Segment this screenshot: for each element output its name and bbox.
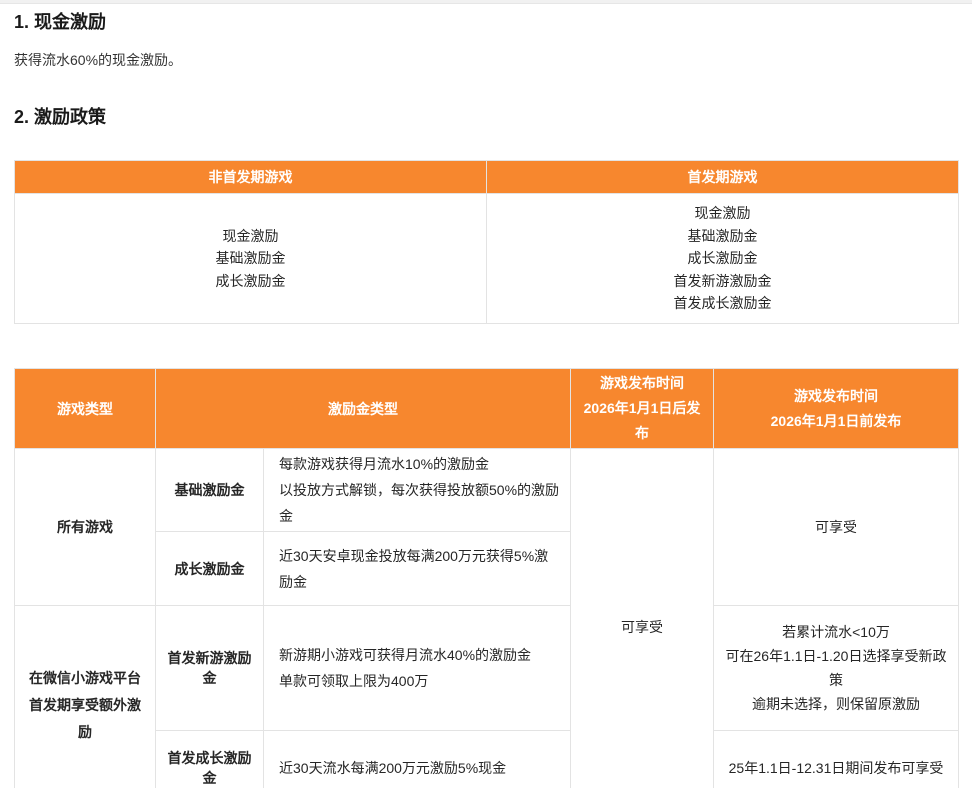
t2-desc-first-launch-new-game-bonus: 新游期小游戏可获得月流水40%的激励金 单款可领取上限为400万 [264,606,571,731]
desc-line: 近30天安卓现金投放每满200万元获得5%激励金 [279,543,560,595]
note-line: 可在26年1.1日-1.20日选择享受新政策 [720,644,952,692]
table-row: 在微信小游戏平台首发期享受额外激励 首发新游激励金 新游期小游戏可获得月流水40… [15,606,959,731]
t2-before-release-window: 25年1.1日-12.31日期间发布可享受 [714,731,959,788]
t2-group-first-launch-extra: 在微信小游戏平台首发期享受额外激励 [15,606,156,788]
table-row: 现金激励 基础激励金 成长激励金 现金激励 基础激励金 成长激励金 首发新游激励… [15,194,959,324]
note-line: 逾期未选择，则保留原激励 [720,692,952,716]
incentive-item: 首发成长激励金 [493,292,952,315]
document-body: 1. 现金激励 获得流水60%的现金激励。 2. 激励政策 非首发期游戏 首发期… [0,10,972,788]
launch-period-table: 非首发期游戏 首发期游戏 现金激励 基础激励金 成长激励金 现金激励 基础激励金… [14,160,959,324]
t2-type-growth-bonus: 成长激励金 [156,532,264,606]
t2-before-eligibility-all: 可享受 [714,449,959,606]
t2-group-all-games: 所有游戏 [15,449,156,606]
t1-header-first-launch: 首发期游戏 [487,161,959,194]
note-line: 若累计流水<10万 [720,620,952,644]
t1-non-first-launch-items: 现金激励 基础激励金 成长激励金 [15,194,487,324]
t2-before-policy-choice: 若累计流水<10万 可在26年1.1日-1.20日选择享受新政策 逾期未选择，则… [714,606,959,731]
t2-header-bonus-type: 激励金类型 [156,369,571,449]
desc-line: 以投放方式解锁，每次获得投放额50%的激励金 [279,477,560,529]
table-header-row: 游戏类型 激励金类型 游戏发布时间 2026年1月1日后发布 游戏发布时间 20… [15,369,959,449]
incentive-item: 首发新游激励金 [493,270,952,293]
t2-type-first-launch-growth-bonus: 首发成长激励金 [156,731,264,788]
section-1-heading: 1. 现金激励 [14,10,958,35]
incentive-item: 现金激励 [493,202,952,225]
desc-line: 近30天流水每满200万元激励5%现金 [279,755,560,781]
header-line: 2026年1月1日后发布 [577,396,707,446]
incentive-policy-table: 游戏类型 激励金类型 游戏发布时间 2026年1月1日后发布 游戏发布时间 20… [14,368,959,788]
section-2-heading: 2. 激励政策 [14,105,958,130]
table-row: 首发成长激励金 近30天流水每满200万元激励5%现金 25年1.1日-12.3… [15,731,959,788]
table-header-row: 非首发期游戏 首发期游戏 [15,161,959,194]
t2-desc-first-launch-growth-bonus: 近30天流水每满200万元激励5%现金 [264,731,571,788]
incentive-item: 成长激励金 [21,270,480,293]
desc-line: 每款游戏获得月流水10%的激励金 [279,451,560,477]
header-line: 2026年1月1日前发布 [720,409,952,434]
incentive-item: 基础激励金 [493,225,952,248]
incentive-item: 成长激励金 [493,247,952,270]
t2-desc-basic-bonus: 每款游戏获得月流水10%的激励金 以投放方式解锁，每次获得投放额50%的激励金 [264,449,571,532]
desc-line: 新游期小游戏可获得月流水40%的激励金 [279,642,560,668]
incentive-item: 基础激励金 [21,247,480,270]
t2-after-eligibility: 可享受 [571,449,714,788]
incentive-item: 现金激励 [21,225,480,248]
desc-line: 单款可领取上限为400万 [279,668,560,694]
t2-header-released-after: 游戏发布时间 2026年1月1日后发布 [571,369,714,449]
t1-header-non-first-launch: 非首发期游戏 [15,161,487,194]
page-top-divider [0,0,972,4]
table-row: 所有游戏 基础激励金 每款游戏获得月流水10%的激励金 以投放方式解锁，每次获得… [15,449,959,532]
t2-header-released-before: 游戏发布时间 2026年1月1日前发布 [714,369,959,449]
header-line: 游戏发布时间 [577,371,707,396]
t2-type-first-launch-new-game-bonus: 首发新游激励金 [156,606,264,731]
header-line: 游戏发布时间 [720,384,952,409]
t2-header-game-type: 游戏类型 [15,369,156,449]
t1-first-launch-items: 现金激励 基础激励金 成长激励金 首发新游激励金 首发成长激励金 [487,194,959,324]
t2-desc-growth-bonus: 近30天安卓现金投放每满200万元获得5%激励金 [264,532,571,606]
section-1-paragraph: 获得流水60%的现金激励。 [14,50,958,70]
t2-type-basic-bonus: 基础激励金 [156,449,264,532]
